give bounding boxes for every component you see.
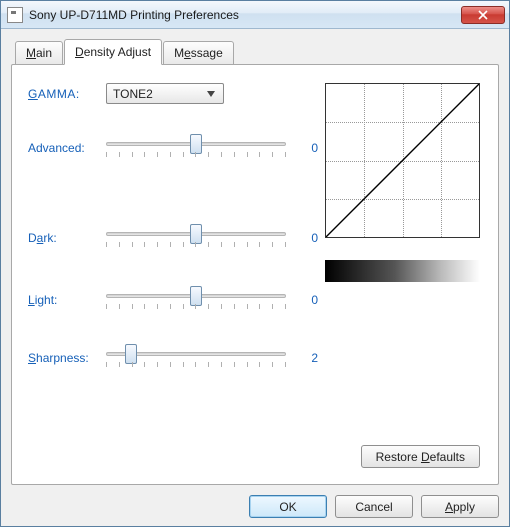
slider-ticks xyxy=(106,304,286,312)
tab-density-adjust[interactable]: Density Adjust xyxy=(64,39,162,65)
tone-curve-line xyxy=(326,84,479,237)
light-row: Light: 0 xyxy=(28,286,328,314)
graph-area xyxy=(325,83,480,282)
slider-thumb[interactable] xyxy=(190,224,202,244)
slider-thumb[interactable] xyxy=(190,134,202,154)
tab-message-label: Message xyxy=(174,46,223,60)
gamma-value: TONE2 xyxy=(113,87,203,101)
gamma-dropdown[interactable]: TONE2 xyxy=(106,83,224,104)
slider-ticks xyxy=(106,152,286,160)
restore-row: Restore Defaults xyxy=(361,445,480,468)
sharpness-slider[interactable] xyxy=(106,344,286,372)
gamma-label: GAMMA: xyxy=(28,87,106,101)
advanced-row: Advanced: 0 xyxy=(28,134,328,162)
restore-defaults-label: Restore Defaults xyxy=(376,450,465,464)
tab-message[interactable]: Message xyxy=(163,41,234,65)
titlebar: Sony UP-D711MD Printing Preferences xyxy=(1,1,509,29)
ok-label: OK xyxy=(279,500,296,514)
tabstrip: Main Density Adjust Message xyxy=(11,39,499,65)
slider-ticks xyxy=(106,362,286,370)
sliders-column: Advanced: 0 Dark: xyxy=(28,134,328,392)
dark-value: 0 xyxy=(298,231,318,245)
client-area: Main Density Adjust Message GAMMA: TONE2 xyxy=(1,29,509,526)
cancel-label: Cancel xyxy=(355,500,392,514)
advanced-value: 0 xyxy=(298,141,318,155)
cancel-button[interactable]: Cancel xyxy=(335,495,413,518)
ok-button[interactable]: OK xyxy=(249,495,327,518)
sharpness-value: 2 xyxy=(298,351,318,365)
advanced-label: Advanced: xyxy=(28,141,106,155)
printer-icon xyxy=(7,7,23,23)
density-adjust-panel: GAMMA: TONE2 Advanced: xyxy=(11,64,499,485)
slider-ticks xyxy=(106,242,286,250)
gradient-preview xyxy=(325,260,480,282)
light-value: 0 xyxy=(298,293,318,307)
advanced-slider[interactable] xyxy=(106,134,286,162)
dark-label: Dark: xyxy=(28,231,106,245)
light-label: Light: xyxy=(28,293,106,307)
sharpness-row: Sharpness: 2 xyxy=(28,344,328,372)
tone-curve-graph xyxy=(325,83,480,238)
tab-main[interactable]: Main xyxy=(15,41,63,65)
dark-slider[interactable] xyxy=(106,224,286,252)
apply-button[interactable]: Apply xyxy=(421,495,499,518)
close-button[interactable] xyxy=(461,6,505,24)
slider-thumb[interactable] xyxy=(190,286,202,306)
apply-label: Apply xyxy=(445,500,475,514)
sharpness-label: Sharpness: xyxy=(28,351,106,365)
tab-main-label: Main xyxy=(26,46,52,60)
window-title: Sony UP-D711MD Printing Preferences xyxy=(29,8,461,22)
chevron-down-icon xyxy=(203,91,219,97)
tab-density-label: Density Adjust xyxy=(75,45,151,59)
light-slider[interactable] xyxy=(106,286,286,314)
dialog-footer: OK Cancel Apply xyxy=(11,485,499,518)
dark-row: Dark: 0 xyxy=(28,224,328,252)
close-icon xyxy=(478,10,488,20)
dialog-window: Sony UP-D711MD Printing Preferences Main… xyxy=(0,0,510,527)
slider-thumb[interactable] xyxy=(125,344,137,364)
restore-defaults-button[interactable]: Restore Defaults xyxy=(361,445,480,468)
